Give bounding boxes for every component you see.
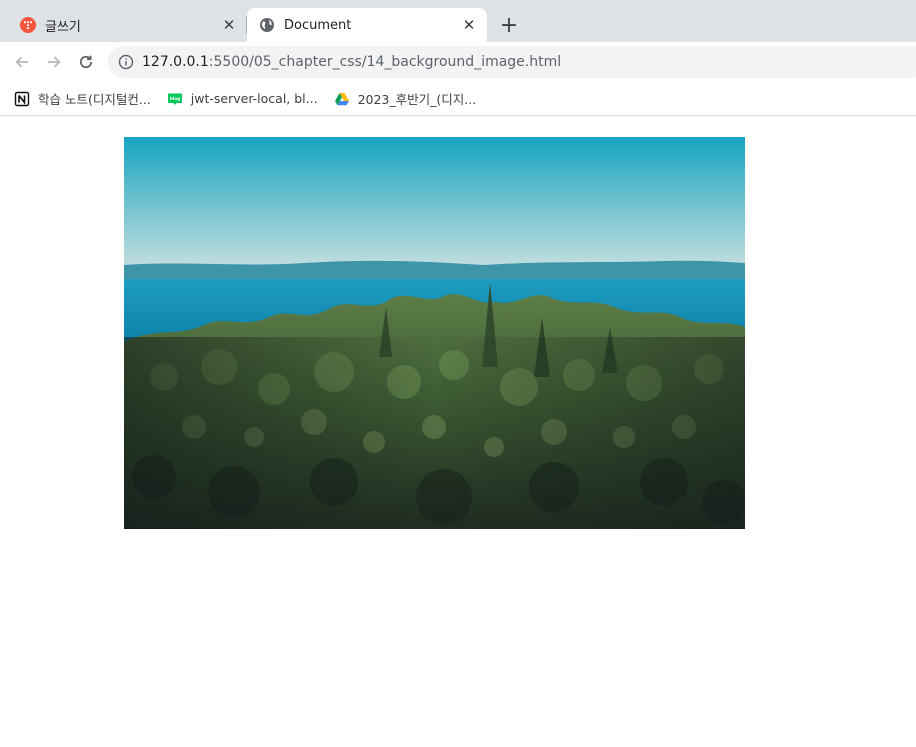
tab-document[interactable]: Document ✕	[247, 8, 487, 42]
bookmark-study-notes[interactable]: 학습 노트(디지털컨...	[0, 85, 159, 113]
tab-title: 글쓰기	[45, 19, 81, 35]
url-text[interactable]: 127.0.0.1:5500/05_chapter_css/14_backgro…	[142, 54, 561, 70]
bookmark-jwt-server[interactable]: blog jwt-server-local, bl...	[159, 85, 326, 113]
tab-strip: 글쓰기 ✕ Document ✕ +	[0, 0, 916, 42]
back-icon[interactable]	[10, 50, 34, 74]
globe-icon	[260, 18, 274, 32]
bookmark-label: 2023_후반기_(디지...	[357, 92, 477, 107]
tistory-icon	[20, 17, 36, 33]
address-bar[interactable]: 127.0.0.1:5500/05_chapter_css/14_backgro…	[108, 46, 916, 78]
bookmark-label: jwt-server-local, bl...	[190, 91, 318, 106]
page-content	[0, 117, 916, 747]
tab-title: Document	[284, 17, 352, 33]
url-path: :5500/05_chapter_css/14_background_image…	[208, 54, 562, 70]
bookmark-label: 학습 노트(디지털컨...	[38, 92, 151, 107]
forest-and-sea-photo	[124, 137, 745, 529]
tab-close-icon[interactable]: ✕	[459, 15, 479, 35]
forward-icon[interactable]	[42, 50, 66, 74]
google-drive-icon	[334, 92, 349, 105]
notion-icon	[14, 91, 30, 106]
bookmarks-bar: 학습 노트(디지털컨... blog jwt-server-local, bl.…	[0, 82, 916, 116]
naver-blog-icon: blog	[167, 93, 182, 105]
new-tab-icon[interactable]: +	[496, 13, 522, 38]
toolbar: 127.0.0.1:5500/05_chapter_css/14_backgro…	[0, 42, 916, 82]
tab-write[interactable]: 글쓰기 ✕	[0, 8, 247, 42]
background-image-box	[124, 137, 745, 529]
url-host: 127.0.0.1	[142, 54, 209, 70]
site-info-icon[interactable]	[118, 54, 134, 70]
bookmark-2023-drive[interactable]: 2023_후반기_(디지...	[326, 85, 485, 113]
svg-text:blog: blog	[170, 96, 180, 101]
reload-icon[interactable]	[74, 50, 98, 74]
tab-close-icon[interactable]: ✕	[219, 15, 239, 35]
